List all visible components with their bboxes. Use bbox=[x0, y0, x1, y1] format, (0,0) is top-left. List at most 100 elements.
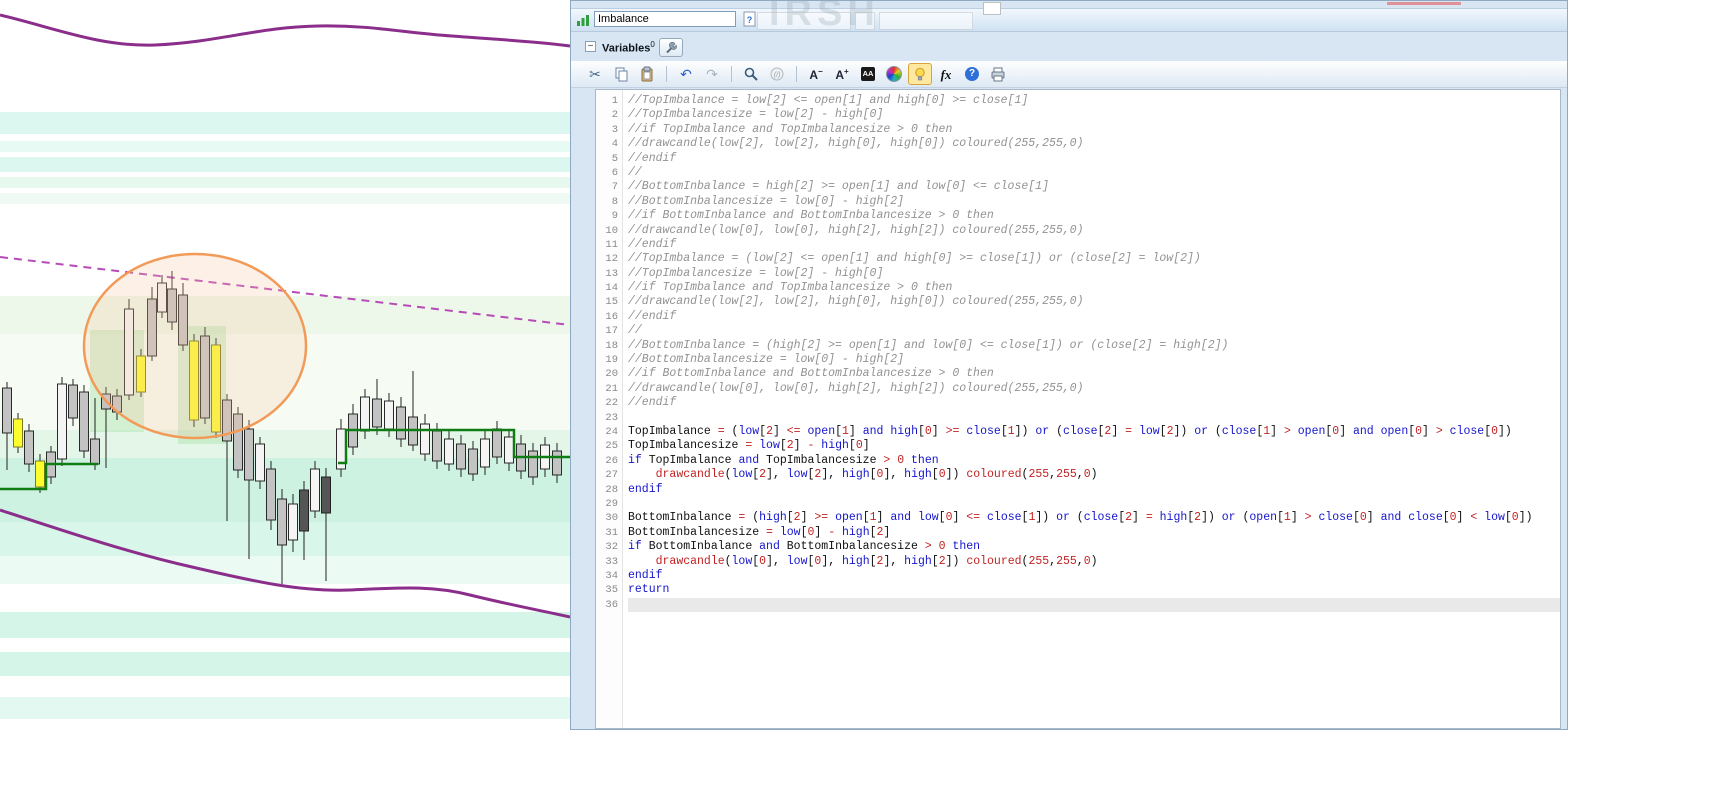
code-line[interactable]: //BottomInbalance = (high[2] >= open[1] … bbox=[628, 339, 1560, 353]
code-line[interactable]: if BottomInbalance and BottomInbalancesi… bbox=[628, 540, 1560, 554]
code-line[interactable] bbox=[628, 411, 1560, 425]
code-line[interactable]: endif bbox=[628, 569, 1560, 583]
undo-button[interactable]: ↶ bbox=[674, 63, 698, 85]
candlestick[interactable] bbox=[266, 461, 276, 530]
doc-help-icon[interactable]: ? bbox=[743, 11, 757, 27]
line-number: 3 bbox=[611, 123, 618, 136]
chart-band bbox=[0, 612, 570, 638]
candlestick[interactable] bbox=[255, 437, 265, 489]
code-line[interactable]: TopImbalance = (low[2] <= open[1] and hi… bbox=[628, 425, 1560, 439]
code-line[interactable]: //if TopImbalance and TopImbalancesize >… bbox=[628, 123, 1560, 137]
line-number: 20 bbox=[605, 368, 618, 381]
code-line[interactable]: endif bbox=[628, 483, 1560, 497]
line-number: 9 bbox=[611, 210, 618, 223]
screenshot-root: IRSH ? − Variables0 bbox=[0, 0, 1728, 804]
chart-band bbox=[0, 141, 570, 152]
code-line[interactable]: //endif bbox=[628, 238, 1560, 252]
colors-button[interactable] bbox=[882, 63, 906, 85]
code-line[interactable]: if TopImbalance and TopImbalancesize > 0… bbox=[628, 454, 1560, 468]
paste-button[interactable] bbox=[635, 63, 659, 85]
variables-section-header: − Variables0 bbox=[571, 37, 1567, 57]
code-line[interactable]: //if BottomInbalance and BottomInbalance… bbox=[628, 209, 1560, 223]
code-text-area[interactable]: //TopImbalance = low[2] <= open[1] and h… bbox=[623, 90, 1560, 728]
line-number: 7 bbox=[611, 181, 618, 194]
code-line[interactable]: //drawcandle(low[0], low[0], high[2], hi… bbox=[628, 382, 1560, 396]
line-number: 6 bbox=[611, 166, 618, 179]
chart-band bbox=[0, 157, 570, 172]
line-number: 27 bbox=[605, 469, 618, 482]
code-line[interactable]: //BottomInbalancesize = low[0] - high[2] bbox=[628, 195, 1560, 209]
toolbar-separator bbox=[666, 66, 667, 82]
editor-header: ? bbox=[571, 8, 1567, 32]
ghost-tab bbox=[879, 12, 973, 30]
line-number: 18 bbox=[605, 339, 618, 352]
font-increase-button[interactable]: A+ bbox=[830, 63, 854, 85]
candlestick[interactable] bbox=[310, 461, 320, 518]
candlestick[interactable] bbox=[79, 385, 89, 458]
code-line[interactable]: //TopImbalancesize = low[2] - high[0] bbox=[628, 108, 1560, 122]
annotation-ellipse[interactable] bbox=[82, 252, 308, 440]
code-line[interactable]: //BottomInbalance = high[2] >= open[1] a… bbox=[628, 180, 1560, 194]
candlestick[interactable] bbox=[57, 377, 67, 466]
line-number: 1 bbox=[611, 95, 618, 107]
line-number: 23 bbox=[605, 411, 618, 424]
code-line[interactable]: //BottomInbalancesize = low[0] - high[2] bbox=[628, 353, 1560, 367]
line-number: 32 bbox=[605, 541, 618, 554]
highlight-button[interactable] bbox=[908, 63, 932, 85]
print-button[interactable] bbox=[986, 63, 1010, 85]
code-line[interactable]: //drawcandle(low[0], low[0], high[2], hi… bbox=[628, 224, 1560, 238]
line-number: 12 bbox=[605, 253, 618, 266]
help-button[interactable]: ? bbox=[960, 63, 984, 85]
price-chart[interactable] bbox=[0, 0, 570, 730]
code-line[interactable]: drawcandle(low[0], low[0], high[2], high… bbox=[628, 555, 1560, 569]
code-line[interactable]: // bbox=[628, 324, 1560, 338]
cut-button[interactable]: ✂ bbox=[583, 63, 607, 85]
line-number: 21 bbox=[605, 382, 618, 395]
code-line[interactable]: return bbox=[628, 583, 1560, 597]
code-line[interactable] bbox=[628, 597, 1560, 613]
wrench-icon bbox=[665, 41, 677, 53]
code-editor[interactable]: 1 2 3 4 5 6 7 8 9 10 11 12 13 14 15 16 17 18 19 20 21 22 23 24 2… bbox=[595, 89, 1561, 729]
ghost-button bbox=[983, 2, 1001, 15]
variables-label-text: Variables bbox=[602, 42, 651, 55]
code-line[interactable]: BottomInbalance = (high[2] >= open[1] an… bbox=[628, 511, 1560, 525]
code-line[interactable]: //TopImbalancesize = low[2] - high[0] bbox=[628, 267, 1560, 281]
code-line[interactable]: //drawcandle(low[2], low[2], high[0], hi… bbox=[628, 295, 1560, 309]
line-number: 30 bbox=[605, 512, 618, 525]
comment-button[interactable]: (/) bbox=[765, 63, 789, 85]
line-number: 35 bbox=[605, 584, 618, 597]
zoom-button[interactable] bbox=[739, 63, 763, 85]
code-line[interactable]: BottomInbalancesize = low[0] - high[2] bbox=[628, 526, 1560, 540]
code-line[interactable]: //TopImbalance = (low[2] <= open[1] and … bbox=[628, 252, 1560, 266]
variables-settings-button[interactable] bbox=[659, 38, 683, 57]
code-line[interactable]: //endif bbox=[628, 310, 1560, 324]
code-line[interactable]: //endif bbox=[628, 152, 1560, 166]
redo-button[interactable]: ↷ bbox=[700, 63, 724, 85]
collapse-toggle[interactable]: − bbox=[585, 41, 596, 52]
line-number: 19 bbox=[605, 354, 618, 367]
chart-band bbox=[0, 177, 570, 188]
code-line[interactable]: //TopImbalance = low[2] <= open[1] and h… bbox=[628, 94, 1560, 108]
line-number: 25 bbox=[605, 440, 618, 453]
line-number: 28 bbox=[605, 483, 618, 496]
line-number: 11 bbox=[605, 238, 618, 251]
code-line[interactable]: //if TopImbalance and TopImbalancesize >… bbox=[628, 281, 1560, 295]
code-line[interactable]: //endif bbox=[628, 396, 1560, 410]
line-number: 13 bbox=[605, 267, 618, 280]
font-decrease-button[interactable]: A− bbox=[804, 63, 828, 85]
code-line[interactable]: // bbox=[628, 166, 1560, 180]
code-line[interactable] bbox=[628, 497, 1560, 511]
case-button[interactable]: AA bbox=[856, 63, 880, 85]
chart-band bbox=[0, 556, 570, 584]
chart-band bbox=[0, 652, 570, 676]
code-line[interactable]: //drawcandle(low[2], low[2], high[0], hi… bbox=[628, 137, 1560, 151]
code-line[interactable]: //if BottomInbalance and BottomInbalance… bbox=[628, 367, 1560, 381]
candlestick[interactable] bbox=[360, 389, 370, 439]
candlestick[interactable] bbox=[13, 413, 23, 453]
indicator-name-input[interactable] bbox=[594, 11, 736, 27]
functions-button[interactable]: fx bbox=[934, 63, 958, 85]
code-line[interactable]: TopImbalancesize = low[2] - high[0] bbox=[628, 439, 1560, 453]
code-line[interactable]: drawcandle(low[2], low[2], high[0], high… bbox=[628, 468, 1560, 482]
copy-button[interactable] bbox=[609, 63, 633, 85]
line-number: 36 bbox=[605, 598, 618, 611]
